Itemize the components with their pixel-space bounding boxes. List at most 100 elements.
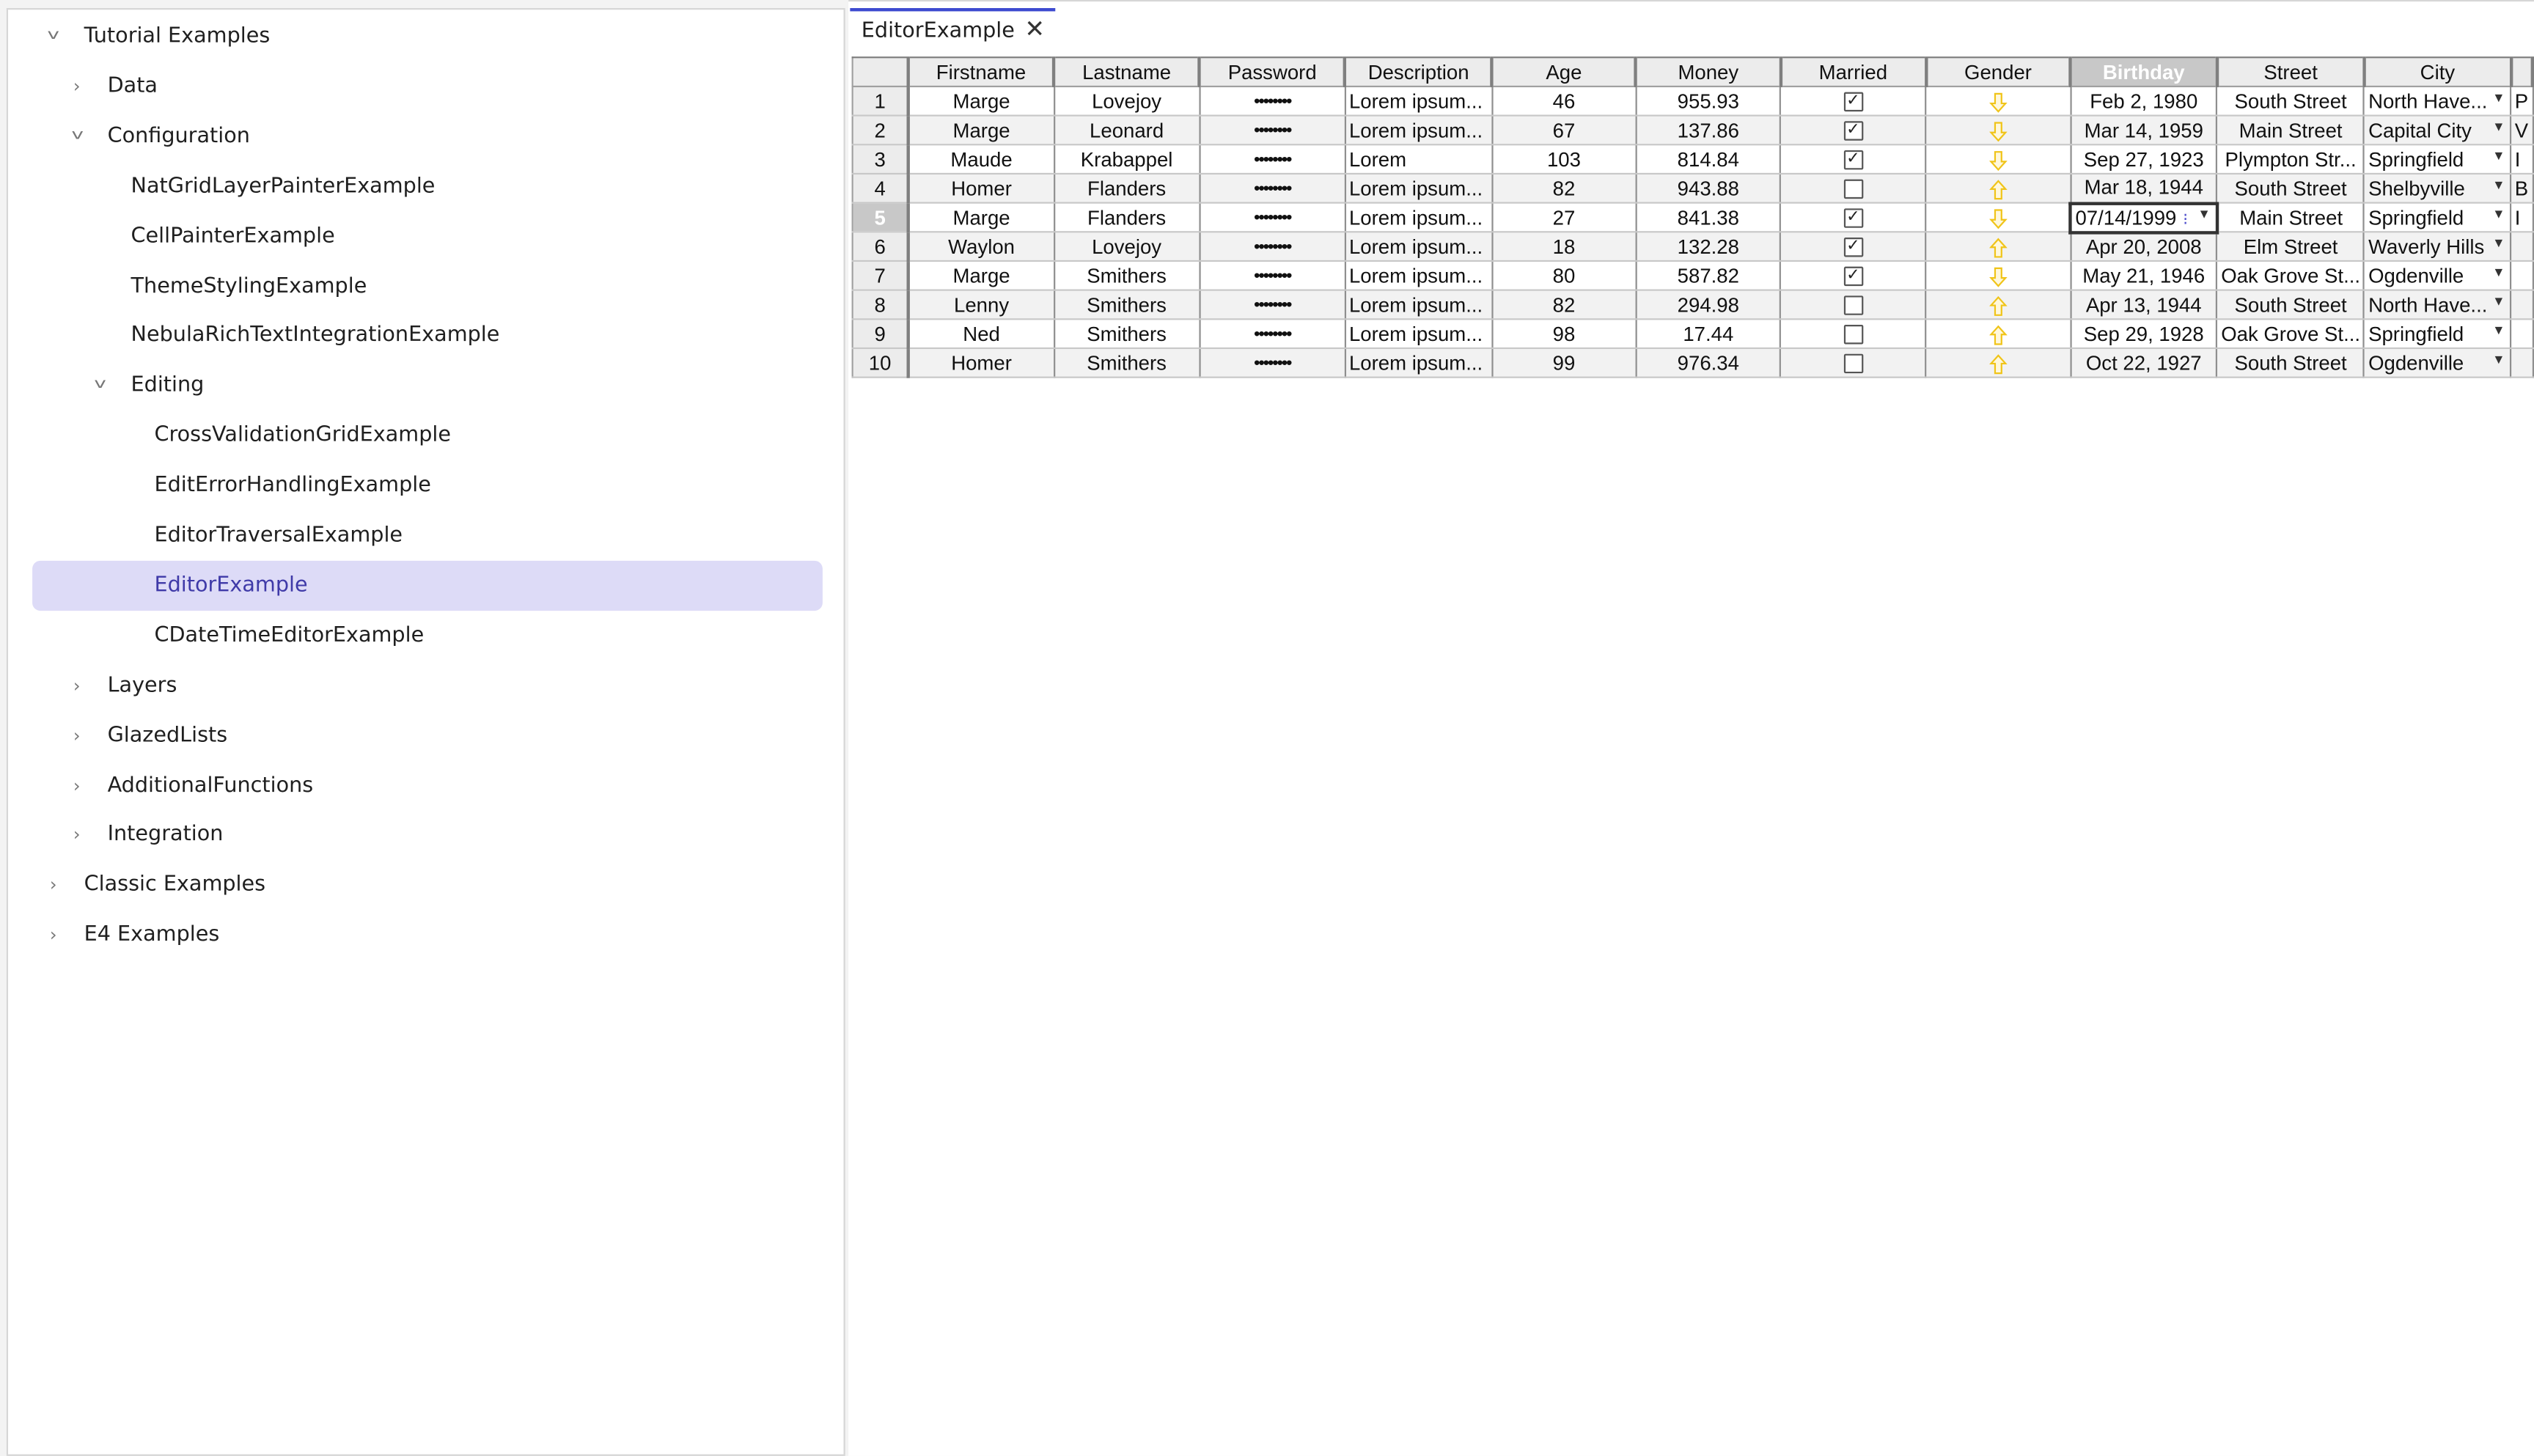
cell-birthday[interactable]: Apr 13, 1944 [2070, 290, 2218, 320]
cell-birthday[interactable]: Feb 2, 1980 [2070, 86, 2218, 117]
cell-money[interactable]: 943.88 [1636, 173, 1782, 204]
cell-money[interactable]: 294.98 [1636, 290, 1782, 320]
row-header[interactable]: 8 [851, 290, 910, 320]
cell-money[interactable]: 976.34 [1636, 348, 1782, 378]
table-row[interactable]: 8 Lenny Smithers •••••••• Lorem ipsum... 82 29… [851, 290, 2533, 320]
tab-editor-example[interactable]: EditorExample ✕ [850, 8, 1056, 54]
cell-money[interactable]: 841.38 [1636, 202, 1782, 233]
dropdown-arrow-icon[interactable]: ▼ [2492, 206, 2505, 221]
cell-description[interactable]: Lorem ipsum... [1345, 86, 1493, 117]
table-row[interactable]: 7 Marge Smithers •••••••• Lorem ipsum... 80 58… [851, 260, 2533, 291]
table-row[interactable]: 3 Maude Krabappel •••••••• Lorem 103 814.84 ✓ Se… [851, 144, 2533, 175]
row-header[interactable]: 3 [851, 144, 910, 175]
cell-money[interactable]: 132.28 [1636, 232, 1782, 262]
table-row[interactable]: 9 Ned Smithers •••••••• Lorem ipsum... 98 17.4… [851, 319, 2533, 350]
cell-street[interactable]: Oak Grove St... [2217, 260, 2365, 291]
cell-city[interactable]: Ogdenville ▼ [2364, 260, 2512, 291]
cell-lastname[interactable]: Smithers [1054, 290, 1201, 320]
table-row[interactable]: 6 Waylon Lovejoy •••••••• Lorem ipsum... 18 13… [851, 232, 2533, 262]
column-header[interactable] [2510, 56, 2534, 88]
checkbox-unchecked[interactable] [1843, 180, 1863, 199]
tree-item[interactable]: CDateTimeEditorExample [32, 611, 823, 661]
cell-description[interactable]: Lorem ipsum... [1345, 348, 1493, 378]
checkbox-checked[interactable]: ✓ [1843, 121, 1863, 141]
cell-password[interactable]: •••••••• [1199, 348, 1346, 378]
cell-street[interactable]: South Street [2217, 290, 2365, 320]
table-row[interactable]: 1 Marge Lovejoy •••••••• Lorem ipsum... 46 955… [851, 86, 2533, 117]
cell-age[interactable]: 103 [1491, 144, 1637, 175]
cell-married[interactable]: ✓ [1780, 144, 1927, 175]
dropdown-arrow-icon[interactable]: ▼ [2492, 351, 2505, 366]
cell-firstname[interactable]: Homer [908, 348, 1055, 378]
cell-age[interactable]: 98 [1491, 319, 1637, 350]
grid-corner[interactable] [851, 56, 910, 88]
chevron-right-icon[interactable]: › [65, 710, 88, 760]
cell-lastname[interactable]: Smithers [1054, 348, 1201, 378]
cell-password[interactable]: •••••••• [1199, 115, 1346, 146]
cell-married[interactable]: ✓ [1780, 232, 1927, 262]
cell-street[interactable]: Oak Grove St... [2217, 319, 2365, 350]
tree-item[interactable]: › GlazedLists [32, 710, 823, 760]
cell-money[interactable]: 137.86 [1636, 115, 1782, 146]
cell-birthday[interactable]: May 21, 1946 [2070, 260, 2218, 291]
checkbox-checked[interactable]: ✓ [1843, 150, 1863, 170]
cell-city[interactable]: Shelbyville ▼ [2364, 173, 2512, 204]
chevron-right-icon[interactable]: › [65, 62, 88, 111]
cell-age[interactable]: 67 [1491, 115, 1637, 146]
cell-gender[interactable] [1925, 319, 2071, 350]
tree-item[interactable]: › Data [32, 62, 823, 111]
cell-password[interactable]: •••••••• [1199, 232, 1346, 262]
cell-age[interactable]: 27 [1491, 202, 1637, 233]
cell-lastname[interactable]: Smithers [1054, 260, 1201, 291]
column-header[interactable]: Lastname [1053, 56, 1202, 88]
cell-birthday[interactable]: Sep 29, 1928 [2070, 319, 2218, 350]
cell-overflow[interactable] [2511, 260, 2533, 291]
cell-lastname[interactable]: Flanders [1054, 173, 1201, 204]
checkbox-unchecked[interactable] [1843, 295, 1863, 316]
checkbox-unchecked[interactable] [1843, 325, 1863, 345]
dropdown-arrow-icon[interactable]: ▼ [2492, 293, 2505, 308]
cell-firstname[interactable]: Waylon [908, 232, 1055, 262]
tree-item[interactable]: v Editing [32, 361, 823, 411]
cell-firstname[interactable]: Marge [908, 86, 1055, 117]
cell-money[interactable]: 587.82 [1636, 260, 1782, 291]
tree-item[interactable]: EditorTraversalExample [32, 510, 823, 560]
cell-street[interactable]: South Street [2217, 173, 2365, 204]
close-icon[interactable]: ✕ [1024, 15, 1045, 44]
column-header[interactable]: Birthday [2069, 56, 2219, 88]
cell-city[interactable]: Springfield ▼ [2364, 144, 2512, 175]
cell-firstname[interactable]: Marge [908, 260, 1055, 291]
column-header[interactable]: Married [1780, 56, 1928, 88]
cell-overflow[interactable] [2511, 232, 2533, 262]
cell-firstname[interactable]: Marge [908, 202, 1055, 233]
date-editor-cell[interactable]: 07/14/1999 ⁝ ▼ [2068, 201, 2219, 234]
cell-description[interactable]: Lorem ipsum... [1345, 173, 1493, 204]
cell-city[interactable]: Springfield ▼ [2364, 319, 2512, 350]
cell-lastname[interactable]: Flanders [1054, 202, 1201, 233]
cell-street[interactable]: South Street [2217, 348, 2365, 378]
table-row[interactable]: 4 Homer Flanders •••••••• Lorem ipsum... 82 94… [851, 173, 2533, 204]
cell-street[interactable]: Plympton Str... [2217, 144, 2365, 175]
checkbox-checked[interactable]: ✓ [1843, 267, 1863, 287]
cell-city[interactable]: Ogdenville ▼ [2364, 348, 2512, 378]
cell-overflow[interactable]: B [2511, 173, 2533, 204]
cell-description[interactable]: Lorem [1345, 144, 1493, 175]
cell-age[interactable]: 46 [1491, 86, 1637, 117]
nattable-grid[interactable]: Firstname Lastname Password Description Age M… [851, 56, 2534, 378]
checkbox-checked[interactable]: ✓ [1843, 208, 1863, 229]
cell-lastname[interactable]: Lovejoy [1054, 86, 1201, 117]
chevron-right-icon[interactable]: › [42, 860, 65, 910]
cell-street[interactable]: Main Street [2217, 115, 2365, 146]
column-header[interactable]: Password [1198, 56, 1347, 88]
tree-item[interactable]: NatGridLayerPainterExample [32, 161, 823, 211]
cell-description[interactable]: Lorem ipsum... [1345, 290, 1493, 320]
cell-age[interactable]: 82 [1491, 173, 1637, 204]
row-header[interactable]: 5 [851, 202, 910, 233]
column-header[interactable]: Money [1635, 56, 1782, 88]
row-header[interactable]: 2 [851, 115, 910, 146]
cell-age[interactable]: 99 [1491, 348, 1637, 378]
cell-gender[interactable] [1925, 290, 2071, 320]
cell-overflow[interactable] [2511, 290, 2533, 320]
chevron-right-icon[interactable]: › [65, 810, 88, 860]
dropdown-arrow-icon[interactable]: ▼ [2492, 119, 2505, 133]
